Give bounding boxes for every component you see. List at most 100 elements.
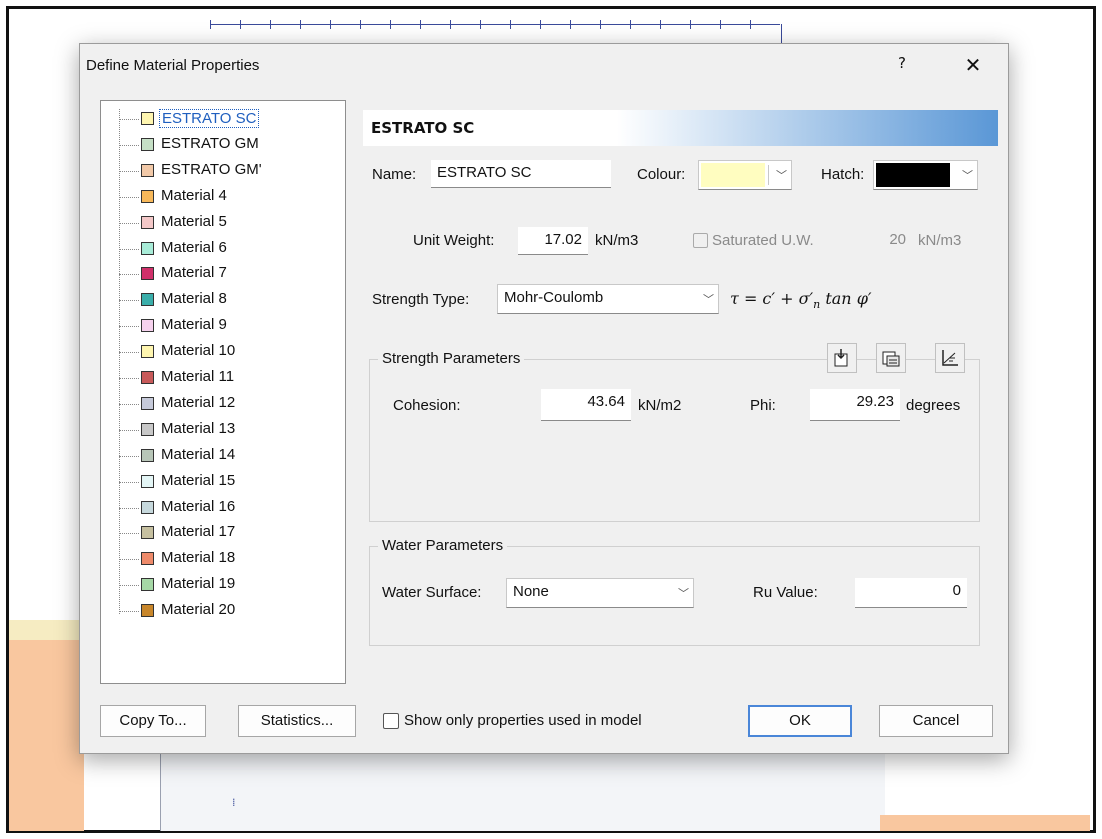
material-list-label: Material 20 <box>161 601 236 619</box>
chevron-down-icon: ﹀ <box>962 170 973 182</box>
material-list-item[interactable]: Material 16 <box>119 496 339 522</box>
graph-button[interactable] <box>935 343 965 373</box>
strength-parameters-group: Strength Parameters <box>369 350 980 522</box>
show-only-used-label: Show only properties used in model <box>404 712 642 729</box>
material-color-swatch <box>141 448 154 462</box>
dialog-title: Define Material Properties <box>86 57 260 74</box>
material-color-swatch <box>141 552 154 566</box>
material-list-item[interactable]: Material 18 <box>119 547 339 573</box>
material-list-item[interactable]: Material 17 <box>119 521 339 547</box>
soil-layer-top <box>9 620 85 630</box>
cohesion-label: Cohesion: <box>393 397 461 414</box>
material-list-item[interactable]: ESTRATO SC <box>119 107 339 133</box>
chevron-down-icon: ﹀ <box>703 294 714 306</box>
import-material-button[interactable] <box>827 343 857 373</box>
saturated-input[interactable]: 20 <box>850 227 912 255</box>
material-list-label: Material 19 <box>161 575 236 593</box>
import-icon <box>834 349 848 367</box>
material-header: ESTRATO SC <box>363 110 998 146</box>
soil-layer-right <box>880 815 1090 831</box>
copy-to-button[interactable]: Copy To... <box>100 705 206 737</box>
saturated-unit: kN/m3 <box>918 232 962 249</box>
material-list-label: Material 4 <box>161 186 227 204</box>
mohr-coulomb-formula: τ = c′ + σ′n tan φ′ <box>730 289 872 312</box>
material-list-label: ESTRATO GM <box>161 134 259 152</box>
material-color-swatch <box>141 526 154 540</box>
material-color-swatch <box>141 422 154 436</box>
material-list-label: Material 9 <box>161 316 227 334</box>
material-list-label: Material 11 <box>161 368 235 385</box>
material-color-swatch <box>141 112 154 125</box>
material-list-item[interactable]: Material 14 <box>119 444 339 470</box>
water-surface-label: Water Surface: <box>382 584 482 601</box>
material-color-swatch <box>141 319 154 333</box>
colour-label: Colour: <box>637 166 686 183</box>
material-color-swatch <box>141 241 154 255</box>
hatch-label: Hatch: <box>821 166 865 183</box>
graph-icon <box>942 350 958 366</box>
hatch-select[interactable]: ﹀ <box>873 160 978 190</box>
canvas-ruler <box>210 16 782 46</box>
unit-weight-input[interactable]: 17.02 <box>518 227 588 255</box>
ok-button[interactable]: OK <box>748 705 852 737</box>
name-input[interactable]: ESTRATO SC <box>431 160 611 188</box>
show-only-used-checkbox[interactable] <box>383 713 399 729</box>
material-list[interactable]: ESTRATO SC ESTRATO GM ESTRATO GM' Material … <box>100 100 346 684</box>
material-color-swatch <box>141 267 154 281</box>
material-color-swatch <box>141 396 154 410</box>
define-material-dialog: Define Material Properties ? ✕ ESTRATO S… <box>79 43 1009 754</box>
material-list-item[interactable]: Material 12 <box>119 392 339 418</box>
material-list-item[interactable]: Material 8 <box>119 288 339 314</box>
water-surface-value: None <box>513 583 549 600</box>
material-color-swatch <box>141 500 154 514</box>
colour-select[interactable]: ﹀ <box>698 160 792 190</box>
ru-value-input[interactable]: 0 <box>855 578 967 608</box>
material-list-label: Material 17 <box>161 523 236 541</box>
material-color-swatch <box>141 578 154 592</box>
dialog-titlebar[interactable]: Define Material Properties ? ✕ <box>80 44 1008 90</box>
material-list-label: Material 15 <box>161 471 236 489</box>
material-list-item[interactable]: Material 7 <box>119 262 339 288</box>
material-list-item[interactable]: ESTRATO GM' <box>119 159 339 185</box>
phi-unit: degrees <box>906 397 961 414</box>
water-surface-select[interactable]: None ﹀ <box>506 578 694 608</box>
strength-type-label: Strength Type: <box>372 291 470 308</box>
material-list-item[interactable]: Material 5 <box>119 211 339 237</box>
cancel-button[interactable]: Cancel <box>879 705 993 737</box>
material-header-title: ESTRATO SC <box>371 119 475 137</box>
material-list-item[interactable]: Material 9 <box>119 314 339 340</box>
strength-type-select[interactable]: Mohr-Coulomb ﹀ <box>497 284 719 314</box>
material-list-item[interactable]: Material 6 <box>119 237 339 263</box>
material-list-item[interactable]: Material 10 <box>119 340 339 366</box>
material-list-item[interactable]: Material 4 <box>119 185 339 211</box>
material-list-item[interactable]: Material 20 <box>119 599 339 625</box>
soil-layer-left <box>9 630 84 831</box>
statistics-button[interactable]: Statistics... <box>238 705 356 737</box>
close-button[interactable]: ✕ <box>960 52 986 78</box>
saturated-checkbox[interactable] <box>693 233 708 248</box>
material-list-label: Material 16 <box>161 497 236 515</box>
water-parameters-title: Water Parameters <box>378 537 508 554</box>
phi-input[interactable]: 29.23 <box>810 389 900 421</box>
material-list-label: Material 6 <box>161 238 227 256</box>
material-list-label: Material 12 <box>161 393 236 411</box>
material-list-item[interactable]: Material 19 <box>119 573 339 599</box>
strength-type-value: Mohr-Coulomb <box>504 289 604 306</box>
material-list-item[interactable]: Material 13 <box>119 418 339 444</box>
material-list-label: Material 13 <box>161 419 236 437</box>
phi-label: Phi: <box>750 397 776 414</box>
material-list-item[interactable]: Material 15 <box>119 470 339 496</box>
material-color-swatch <box>141 604 154 618</box>
material-list-item[interactable]: ESTRATO GM <box>119 133 339 159</box>
material-color-swatch <box>141 474 154 488</box>
help-button[interactable]: ? <box>892 54 912 76</box>
material-list-item[interactable]: Material 11 <box>119 366 339 392</box>
export-material-button[interactable] <box>876 343 906 373</box>
chevron-down-icon: ﹀ <box>776 170 787 182</box>
material-list-label: Material 14 <box>161 445 236 463</box>
material-list-label: Material 10 <box>161 342 236 360</box>
material-list-label: Material 5 <box>161 212 227 230</box>
cohesion-input[interactable]: 43.64 <box>541 389 631 421</box>
material-color-swatch <box>141 293 154 307</box>
material-color-swatch <box>141 215 154 229</box>
